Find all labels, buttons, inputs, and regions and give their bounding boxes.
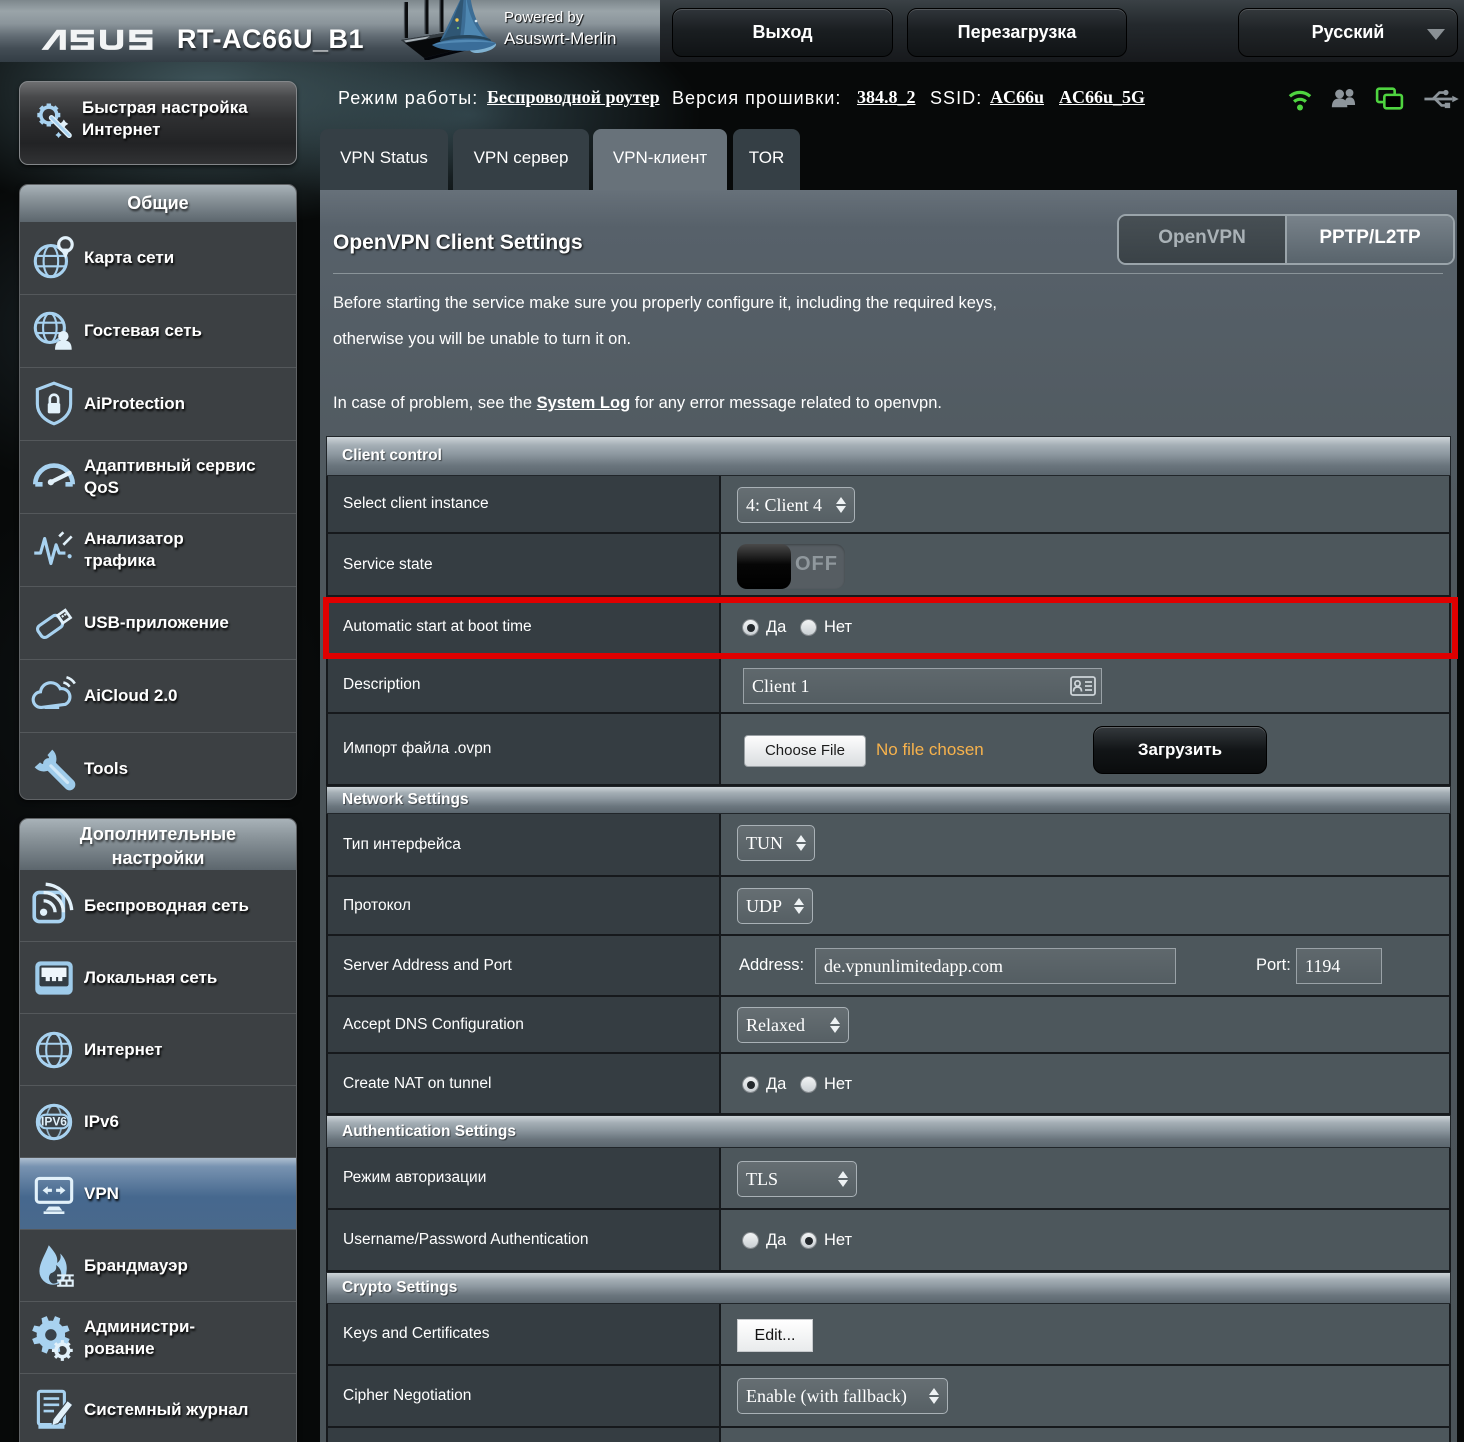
svg-text:IPV6: IPV6 [41,1114,67,1128]
